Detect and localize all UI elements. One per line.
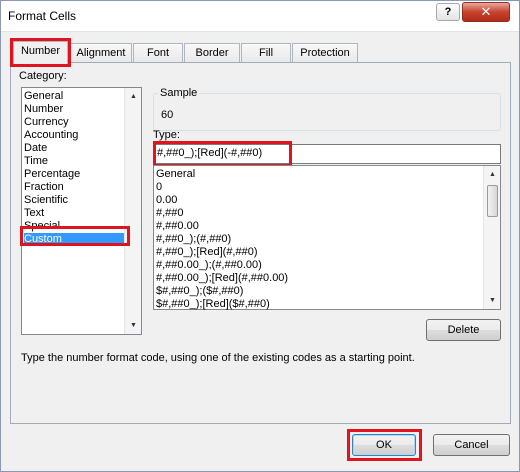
category-item[interactable]: Percentage <box>24 168 124 181</box>
delete-button[interactable]: Delete <box>426 319 501 341</box>
scroll-down-icon[interactable]: ▼ <box>126 318 141 333</box>
category-item[interactable]: Text <box>24 207 124 220</box>
tab-number[interactable]: Number <box>10 38 71 67</box>
tab-border[interactable]: Border <box>184 43 240 63</box>
format-code-item[interactable]: $#,##0_);[Red]($#,##0) <box>156 298 270 311</box>
format-code-item[interactable]: #,##0.00_);[Red](#,##0.00) <box>156 272 288 285</box>
scroll-down-icon[interactable]: ▼ <box>485 293 500 308</box>
number-tab-panel: Category: General Number Currency Accountin… <box>10 62 511 424</box>
tab-protection[interactable]: Protection <box>292 43 358 63</box>
category-item[interactable]: Time <box>24 155 124 168</box>
scroll-up-icon[interactable]: ▲ <box>126 89 141 104</box>
format-code-item[interactable]: #,##0 <box>156 207 184 220</box>
category-item[interactable]: Currency <box>24 116 124 129</box>
tab-alignment[interactable]: Alignment <box>70 43 132 63</box>
format-codes-list[interactable]: General 0 0.00 #,##0 #,##0.00 #,##0_);(#,##0)… <box>153 165 501 310</box>
help-button[interactable]: ? <box>436 3 460 21</box>
format-code-item[interactable]: #,##0_);(#,##0) <box>156 233 231 246</box>
scroll-up-icon[interactable]: ▲ <box>485 167 500 182</box>
category-item[interactable]: Date <box>24 142 124 155</box>
tab-font[interactable]: Font <box>133 43 183 63</box>
cancel-button[interactable]: Cancel <box>433 434 510 456</box>
question-mark-icon: ? <box>444 6 452 18</box>
format-code-item[interactable]: #,##0.00_);(#,##0.00) <box>156 259 262 272</box>
format-code-item[interactable]: 0 <box>156 181 162 194</box>
category-item[interactable]: Custom <box>24 233 124 246</box>
format-code-item[interactable]: #,##0_);[Red](#,##0) <box>156 246 258 259</box>
category-item[interactable]: Fraction <box>24 181 124 194</box>
format-code-item[interactable]: $#,##0_);($#,##0) <box>156 285 243 298</box>
sample-group <box>153 93 501 131</box>
format-code-item[interactable]: #,##0.00 <box>156 220 199 233</box>
format-scrollbar[interactable]: ▲ ▼ <box>483 166 500 309</box>
type-label: Type: <box>153 129 180 141</box>
category-item[interactable]: Accounting <box>24 129 124 142</box>
sample-label: Sample <box>158 87 200 99</box>
ok-button[interactable]: OK <box>352 434 416 456</box>
category-list[interactable]: General Number Currency Accounting Date Time P… <box>21 87 142 335</box>
title-bar: Format Cells ? ✕ <box>1 1 519 32</box>
scroll-thumb[interactable] <box>487 185 498 217</box>
category-label: Category: <box>19 70 67 82</box>
type-input[interactable]: #,##0_);[Red](-#,##0) <box>153 144 501 164</box>
category-scrollbar[interactable]: ▲ ▼ <box>124 88 141 334</box>
close-button[interactable]: ✕ <box>462 2 510 22</box>
sample-value: 60 <box>161 109 174 121</box>
category-item[interactable]: Number <box>24 103 124 116</box>
hint-text: Type the number format code, using one o… <box>21 352 415 364</box>
close-icon: ✕ <box>480 4 492 19</box>
format-cells-dialog: Format Cells ? ✕ Number Alignment Font B… <box>0 0 520 472</box>
category-item[interactable]: General <box>24 90 124 103</box>
dialog-title: Format Cells <box>8 9 77 23</box>
format-code-item[interactable]: General <box>156 168 195 181</box>
format-code-item[interactable]: 0.00 <box>156 194 177 207</box>
category-item[interactable]: Scientific <box>24 194 124 207</box>
tab-fill[interactable]: Fill <box>241 43 291 63</box>
category-item[interactable]: Special <box>24 220 124 233</box>
